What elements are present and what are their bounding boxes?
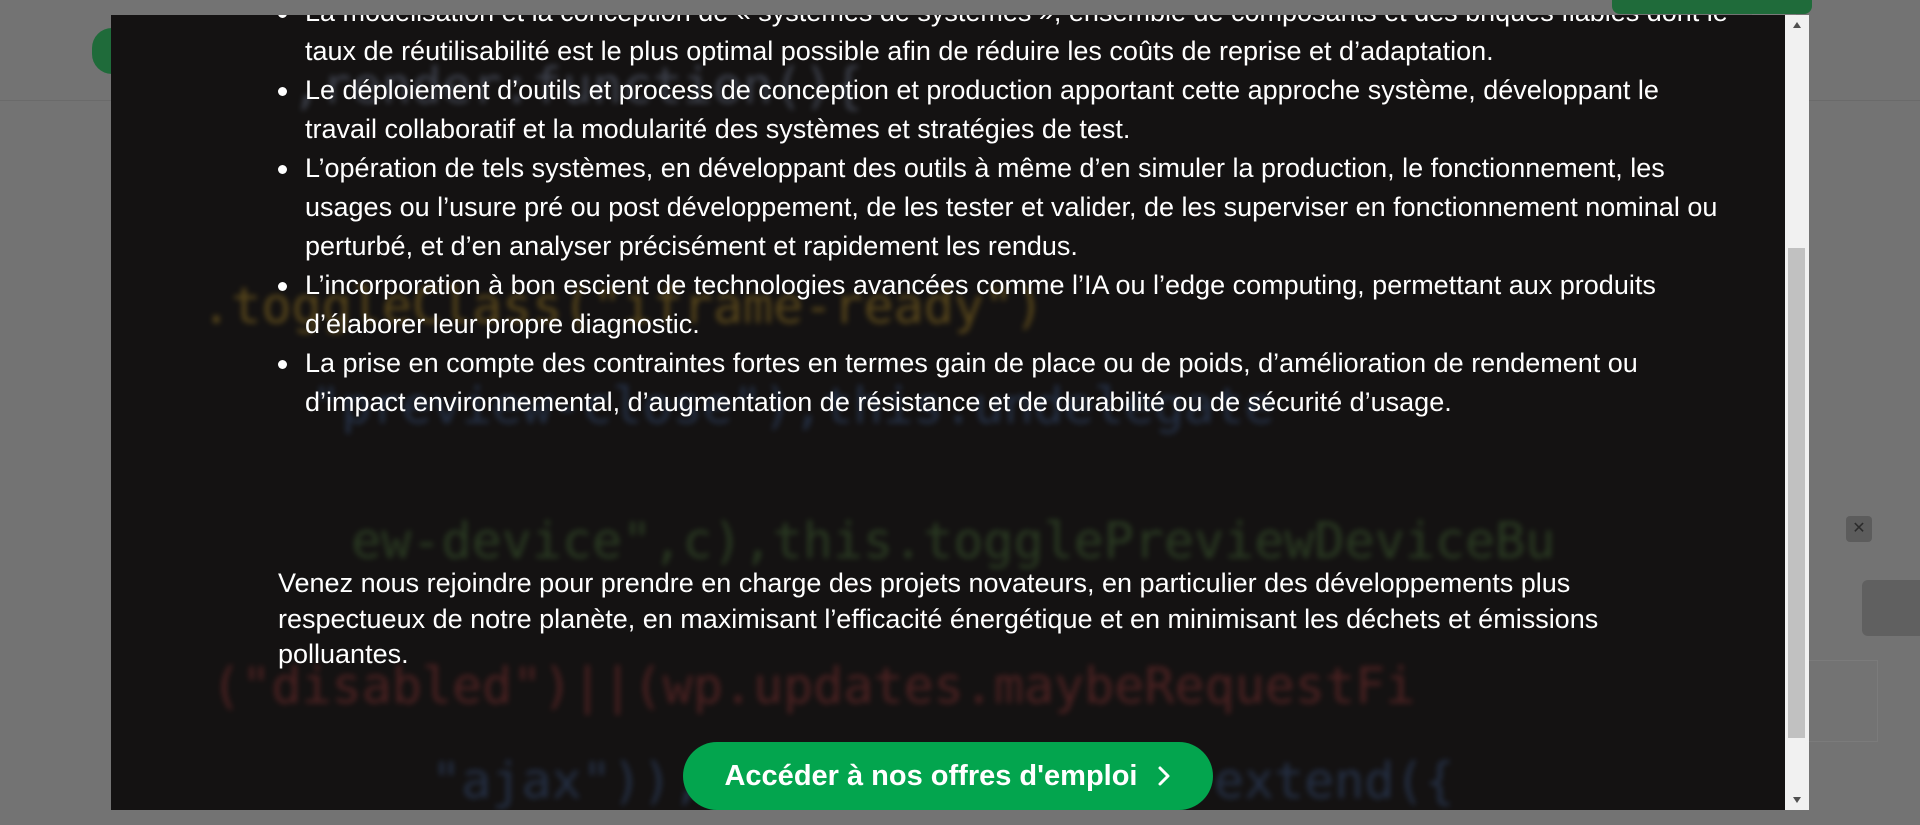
- list-item: Le déploiement d’outils et process de co…: [278, 71, 1728, 149]
- scroll-up-arrow-icon[interactable]: [1785, 15, 1809, 35]
- job-offers-modal: ,render:function(){ .toggleClass("iframe…: [111, 15, 1809, 810]
- background-green-tab: [1612, 0, 1812, 14]
- job-offers-button-label: Accéder à nos offres d'emploi: [724, 759, 1138, 792]
- scroll-down-arrow-icon[interactable]: [1785, 790, 1809, 810]
- background-side-box: [1806, 660, 1878, 742]
- scrollbar-thumb[interactable]: [1788, 248, 1805, 738]
- capabilities-list: La modélisation et la conception de « sy…: [278, 15, 1728, 422]
- list-item: L’incorporation à bon escient de technol…: [278, 266, 1728, 344]
- code-line: ew-device",c),this.togglePreviewDeviceBu: [291, 512, 1556, 570]
- modal-scrollbar[interactable]: [1785, 15, 1809, 810]
- background-side-button: [1862, 580, 1920, 636]
- list-item: La modélisation et la conception de « sy…: [278, 15, 1728, 71]
- list-item: La prise en compte des contraintes forte…: [278, 344, 1728, 422]
- job-offers-button[interactable]: Accéder à nos offres d'emploi: [683, 742, 1213, 810]
- closing-paragraph: Venez nous rejoindre pour prendre en cha…: [278, 568, 1599, 669]
- chevron-right-icon: [1158, 766, 1169, 786]
- list-item: L’opération de tels systèmes, en dévelop…: [278, 149, 1728, 266]
- background-close-icon: ✕: [1846, 516, 1872, 542]
